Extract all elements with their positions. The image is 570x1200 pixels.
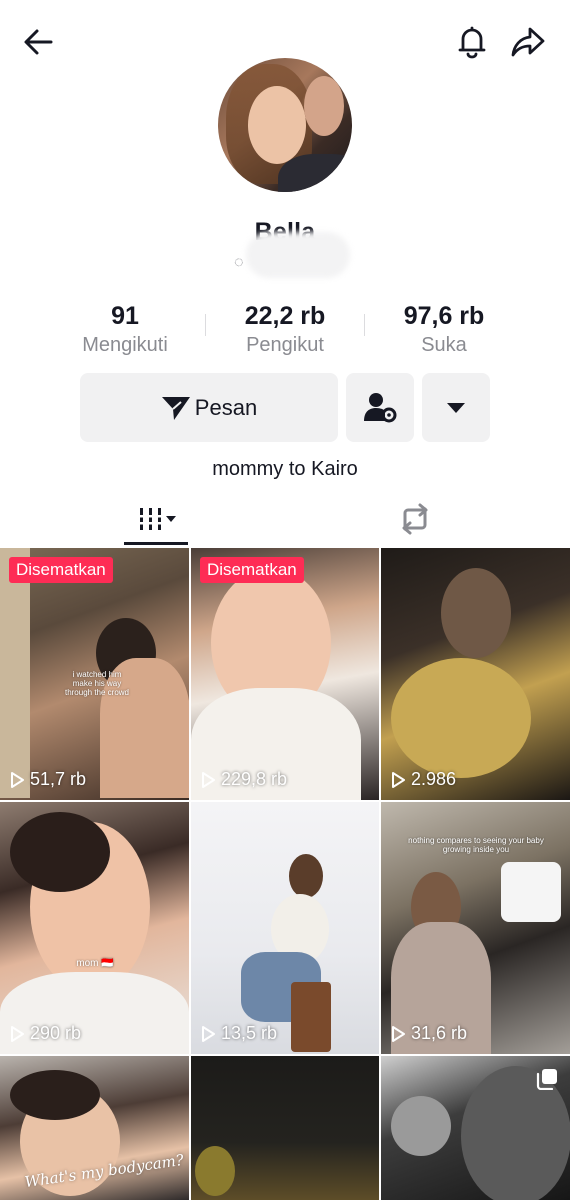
thumbnail-detail [291,982,331,1052]
view-count: 2.986 [391,769,456,790]
tab-videos[interactable] [124,494,188,544]
send-icon [161,396,190,420]
stat-followers[interactable]: 22,2 rb Pengikut [210,300,360,358]
handle-redacted [246,232,350,278]
video-caption: mom 🇮🇩 [76,958,114,969]
avatar[interactable] [218,58,352,192]
back-arrow-icon [24,29,53,55]
video-grid: Disematkan i watched him make his way th… [0,548,570,1200]
avatar-photo-detail [278,154,352,192]
video-thumbnail[interactable]: Disematkan 229,8 rb [191,548,379,800]
play-icon [11,771,24,788]
view-count-text: 31,6 rb [411,1023,468,1043]
stat-followers-label: Pengikut [246,334,324,356]
play-icon [392,771,405,788]
video-thumbnail[interactable] [191,1056,379,1200]
handle-icon: ◌ [234,254,244,271]
thumbnail-detail [289,854,323,898]
message-button-label: Pesan [194,394,258,420]
play-icon [392,1025,405,1042]
view-count: 51,7 rb [10,769,86,790]
video-caption: i watched him make his way through the c… [64,670,130,697]
stat-following[interactable]: 91 Mengikuti [50,300,200,358]
grid-icon [139,508,176,530]
thumbnail-detail [391,658,531,778]
video-thumbnail[interactable]: nothing compares to seeing your baby gro… [381,802,570,1054]
add-friend-button[interactable] [346,373,414,442]
video-caption: nothing compares to seeing your baby gro… [408,836,544,854]
thumbnail-detail [0,548,30,798]
video-thumbnail[interactable]: What's my bodycam? [0,1056,189,1200]
stat-likes-count: 97,6 rb [403,302,485,330]
stat-following-count: 91 [111,302,139,330]
tab-reposts[interactable] [380,494,450,544]
view-count-text: 2.986 [411,769,457,789]
thumbnail-detail [10,1070,100,1120]
stat-followers-count: 22,2 rb [244,302,326,330]
video-thumbnail[interactable]: 2.986 [381,548,570,800]
thumbnail-detail [10,812,110,892]
play-icon [202,1025,215,1042]
video-thumbnail[interactable]: mom 🇮🇩 290 rb [0,802,189,1054]
profile-bio: mommy to Kairo [212,458,358,480]
stat-divider [364,314,365,336]
video-thumbnail[interactable]: Disematkan i watched him make his way th… [0,548,189,800]
thumbnail-detail [501,862,561,922]
thumbnail-detail [391,1096,451,1156]
stat-divider [205,314,206,336]
more-options-button[interactable] [422,373,490,442]
bell-icon [458,26,486,59]
view-count: 229,8 rb [201,769,287,790]
share-icon [511,27,545,57]
play-icon [11,1025,24,1042]
view-count: 31,6 rb [391,1023,467,1044]
caret-down-icon [447,402,465,413]
thumbnail-detail [441,568,511,658]
video-thumbnail[interactable] [381,1056,570,1200]
view-count: 13,5 rb [201,1023,277,1044]
view-count: 290 rb [10,1023,81,1044]
stat-likes-label: Suka [421,334,467,356]
notifications-button[interactable] [450,20,494,64]
share-button[interactable] [506,20,550,64]
view-count-text: 290 rb [30,1023,82,1043]
view-count-text: 13,5 rb [221,1023,278,1043]
stat-likes[interactable]: 97,6 rb Suka [369,300,519,358]
pinned-badge: Disematkan [9,557,113,583]
profile-stats: 91 Mengikuti 22,2 rb Pengikut 97,6 rb Su… [0,300,570,360]
message-button[interactable]: Pesan [80,373,338,442]
thumbnail-detail [195,1146,235,1196]
view-count-text: 229,8 rb [221,769,288,789]
play-icon [202,771,215,788]
repost-icon [402,503,428,535]
active-tab-indicator [124,542,188,545]
stat-following-label: Mengikuti [82,334,168,356]
video-thumbnail[interactable]: 13,5 rb [191,802,379,1054]
pinned-badge: Disematkan [200,557,304,583]
photo-carousel-icon [536,1069,557,1090]
avatar-photo-detail [248,86,306,164]
back-button[interactable] [16,20,60,64]
view-count-text: 51,7 rb [30,769,87,789]
add-friend-settings-icon [364,392,397,422]
profile-page: Bella ◌ 91 Mengikuti 22,2 rb Pengikut 97… [0,0,570,1200]
avatar-photo-detail [304,76,344,136]
